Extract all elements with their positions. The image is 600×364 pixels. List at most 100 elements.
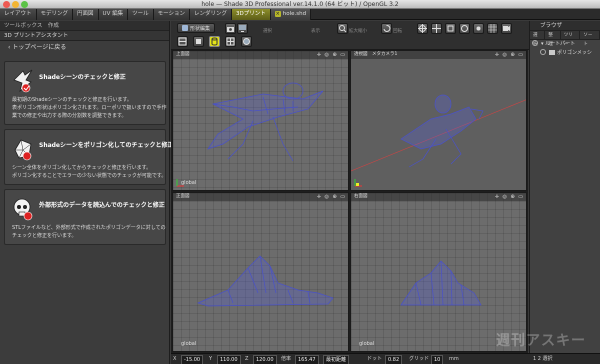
cylinder-tool-button[interactable] [209, 36, 220, 47]
shape-edit-mode-button[interactable]: 形状編集 [177, 23, 216, 33]
zoom-icon [339, 25, 347, 33]
viewport-perspective[interactable]: 透視図 メタカメラ1 ✛ ◎ ⊕ ▭ [350, 50, 527, 191]
camera-icon [227, 27, 234, 32]
viewport-header: 上面図 ✛ ◎ ⊕ ▭ [173, 51, 348, 59]
x-label: X [173, 356, 177, 362]
tab-motion[interactable]: モーション [153, 9, 190, 20]
viewport-controls-icon[interactable]: ✛ ◎ ⊕ ▭ [495, 193, 524, 201]
back-to-top-label: トップページに戻る [12, 44, 67, 51]
snap-icon [476, 26, 481, 31]
crosshair-icon [418, 24, 427, 33]
close-file-icon[interactable]: × [274, 11, 281, 17]
move-tool-button[interactable] [431, 23, 442, 34]
tab-tool[interactable]: ツール [128, 9, 154, 20]
tree-item-mesh[interactable]: ポリゴンメッシ [530, 49, 600, 58]
viewport-controls-icon[interactable]: ✛ ◎ ⊕ ▭ [495, 51, 524, 59]
browser-header: ブラウザ [530, 21, 600, 31]
viewport-name: 透視図 メタカメラ1 [354, 52, 398, 57]
browser-tab[interactable]: ツリー [561, 31, 581, 47]
card-description: STLファイルなど、外部形式で作成されたポリゴンデータに対しての チェックと修正… [12, 224, 166, 240]
app-window: hole — Shade 3D Professional ver.14.1.0 … [0, 0, 600, 364]
assistant-header: 3D プリントアシスタント [0, 31, 169, 41]
mesh-figure-front [196, 255, 334, 307]
tree-item-root[interactable]: ▾ ルートパート [530, 40, 600, 49]
grid-tool-button[interactable] [487, 23, 498, 34]
snap-tool-button[interactable] [473, 23, 484, 34]
display-tool-button[interactable] [237, 23, 248, 34]
scale-tool-button[interactable] [445, 23, 456, 34]
tree-item-label: ルートパート [545, 41, 576, 47]
back-to-top-link[interactable]: ‹ トップページに戻る [0, 41, 169, 55]
check-shade-scene-card[interactable]: Shadeシーンのチェックと修正 最初期のShadeシーンのチェックと修正を行い… [4, 61, 167, 125]
rotate-tool-button[interactable] [381, 23, 392, 34]
card-description-line: 業での修正や出力する際の分割数を調整できます。 [12, 113, 127, 119]
rotate-handle-tool-button[interactable] [459, 23, 470, 34]
tab-drawing[interactable]: 円面図 [73, 9, 99, 20]
toolbar-label: 選択 [263, 29, 272, 34]
mesh-figure-perspective [351, 94, 526, 172]
card-description-line: 表ポリゴン形状はポリゴン化されます。ローポリで扱いますので手作 [12, 105, 167, 111]
toolbox-header: ツールボックス 作成 [0, 21, 169, 31]
selection-count: 1 2 選択 [533, 356, 553, 362]
card-description-line: STLファイルなど、外部形式で作成されたポリゴンデータに対しての [12, 225, 166, 231]
object-tool-button[interactable] [193, 36, 204, 47]
shape-edit-icon [182, 25, 188, 31]
watermark-logo: 週刊アスキー [496, 333, 586, 349]
sphere-tool-button[interactable] [241, 36, 252, 47]
tab-3d-print[interactable]: 3Dプリント [232, 9, 271, 20]
coordinate-label: global [181, 180, 197, 186]
tab-rendering[interactable]: レンダリング [190, 9, 233, 20]
tab-uv-edit[interactable]: UV 編集 [98, 9, 129, 20]
zoom-tool-button[interactable] [337, 23, 348, 34]
layout-tool-button[interactable] [177, 36, 188, 47]
camera-tool-button[interactable] [225, 23, 236, 34]
rotate-icon [383, 24, 391, 32]
browser-tab[interactable]: 整理 [545, 31, 561, 47]
viewport-right[interactable]: 右面図 ✛ ◎ ⊕ ▭ global [350, 192, 527, 352]
unit-label: mm [449, 356, 459, 362]
zoom-field[interactable]: 165.47 [295, 355, 319, 364]
dot-field[interactable]: 0.82 [385, 355, 403, 364]
card-description: シーン全体をポリゴン化してからチェックと修正を行います。 ポリゴン化することでエ… [12, 164, 166, 180]
card-description-line: シーン全体をポリゴン化してからチェックと修正を行います。 [12, 165, 152, 171]
card-description-line: 最初期のShadeシーンのチェックと修正を行います。 [12, 97, 132, 103]
polygon-mesh-icon [549, 50, 555, 55]
tab-modeling[interactable]: モデリング [36, 9, 74, 20]
browser-tab[interactable]: 選択 [530, 31, 546, 47]
viewport-front[interactable]: 正面図 ✛ ◎ ⊕ ▭ global [172, 192, 349, 352]
viewport-controls-icon[interactable]: ✛ ◎ ⊕ ▭ [317, 51, 346, 59]
tab-file-label: hole.shd [282, 11, 307, 17]
x-coordinate-field[interactable]: -15.00 [181, 355, 204, 364]
polygonize-check-card[interactable]: Shadeシーンをポリゴン化してのチェックと修正 シーン全体をポリゴン化してから… [4, 129, 174, 185]
left-panel: ツールボックス 作成 3D プリントアシスタント ‹ トップページに戻る Sha… [0, 21, 174, 364]
z-coordinate-field[interactable]: 120.00 [253, 355, 277, 364]
tab-file-hole[interactable]: × hole.shd [270, 9, 312, 20]
viewport-controls-icon[interactable]: ✛ ◎ ⊕ ▭ [317, 193, 346, 201]
visibility-eye-icon[interactable] [532, 40, 538, 46]
grid-view-tool-button[interactable] [225, 36, 236, 47]
window-title: hole — Shade 3D Professional ver.14.1.0 … [201, 1, 399, 8]
z-label: Z [245, 356, 249, 362]
viewport-top[interactable]: 上面図 ✛ ◎ ⊕ ▭ global [172, 50, 349, 191]
viewport-header: 透視図 メタカメラ1 ✛ ◎ ⊕ ▭ [351, 51, 526, 59]
rotate-handle-icon [461, 25, 468, 32]
coordinate-label: global [181, 341, 197, 347]
browser-tab[interactable]: ソート [580, 31, 600, 47]
tab-layout[interactable]: レイアウト [0, 9, 37, 20]
camera-view-tool-button[interactable] [501, 23, 512, 34]
object-icon [196, 39, 201, 44]
axis-indicator-icon [354, 179, 362, 187]
import-external-check-card[interactable]: 外部形式のデータを読込んでのチェックと修正 STLファイルなど、外部形式で作成さ… [4, 189, 166, 245]
card-description-line: チェックと修正を行います。 [12, 233, 77, 239]
viewport-header: 右面図 ✛ ◎ ⊕ ▭ [351, 193, 526, 201]
y-coordinate-field[interactable]: 110.00 [217, 355, 241, 364]
coordinate-label: global [359, 341, 375, 347]
grid-field[interactable]: 10 [431, 355, 444, 364]
camera-view-icon [503, 26, 510, 31]
visibility-eye-icon[interactable] [540, 49, 546, 55]
status-bar: X -15.00 Y 110.00 Z 120.00 倍率 165.47 最初距… [171, 353, 600, 364]
unit-select[interactable]: 最初距離 [323, 355, 350, 364]
zoom-label: 倍率 [281, 356, 292, 362]
viewport-area: 上面図 ✛ ◎ ⊕ ▭ global 透視図 メタカメラ1 ✛ ◎ ⊕ ▭ 正面… [171, 50, 528, 353]
crosshair-tool-button[interactable] [417, 23, 428, 34]
